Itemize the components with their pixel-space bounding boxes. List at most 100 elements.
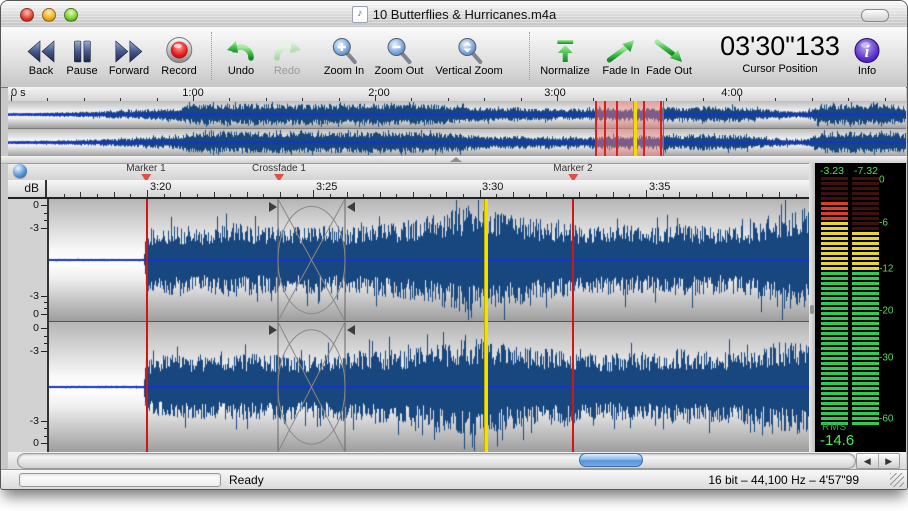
db-scale-tick	[41, 421, 47, 422]
zoom-in-button[interactable]: Zoom In	[324, 31, 364, 77]
scroll-left-button[interactable]: ◀	[857, 454, 879, 468]
scrollbar-thumb[interactable]	[579, 453, 643, 467]
meter-segment	[852, 407, 879, 410]
desktop: ♪ 10 Butterflies & Hurricanes.m4a Back P…	[0, 0, 908, 511]
pause-button[interactable]: Pause	[66, 31, 97, 77]
meter-segment	[852, 382, 879, 385]
horizontal-scrollbar[interactable]: ◀ ▶	[8, 452, 906, 469]
overview-waveform-left[interactable]	[8, 101, 906, 128]
meter-segment	[821, 307, 848, 310]
fade-out-button[interactable]: Fade Out	[646, 31, 692, 77]
meter-segment	[852, 217, 879, 220]
marker-line[interactable]	[146, 199, 148, 452]
meter-scale-label: -30	[879, 353, 893, 364]
vertical-zoom-button[interactable]: Vertical Zoom	[435, 31, 502, 77]
editor-ruler-tick	[280, 192, 281, 197]
db-scale-tick	[44, 220, 47, 221]
meter-segment	[852, 302, 879, 305]
toolbar-toggle-button[interactable]	[861, 9, 889, 22]
db-scale-value: 0	[33, 308, 39, 320]
normalize-icon	[540, 31, 590, 64]
meter-segment	[852, 327, 879, 330]
fade-in-button[interactable]: Fade In	[602, 31, 639, 77]
meter-segment	[821, 227, 848, 230]
scroll-right-button[interactable]: ▶	[879, 454, 900, 468]
meter-segment	[852, 237, 879, 240]
meter-segment	[821, 397, 848, 400]
editor-ruler-tick	[712, 192, 713, 197]
resize-grip[interactable]	[890, 473, 904, 487]
meter-segment	[821, 242, 848, 245]
status-bar: Ready 16 bit – 44,100 Hz – 4'57"99	[1, 469, 907, 490]
forward-button[interactable]: Forward	[109, 31, 149, 77]
editor-ruler-tick	[430, 194, 431, 197]
overview-marker-line	[616, 101, 618, 156]
meter-segment	[852, 337, 879, 340]
meter-segment	[821, 272, 848, 275]
vertical-zoom-icon	[435, 31, 502, 64]
fade-in-icon	[602, 31, 639, 64]
meter-segment	[852, 187, 879, 190]
zoom-out-button[interactable]: Zoom Out	[375, 31, 424, 77]
waveform-channel-left[interactable]	[49, 199, 809, 321]
toolbar-separator	[529, 32, 530, 80]
meter-segment	[852, 367, 879, 370]
meter-scale-label: -12	[879, 264, 893, 275]
crossfade-left-handle-icon[interactable]	[269, 325, 277, 335]
db-scale-tick	[41, 328, 47, 329]
overview-waveform-right[interactable]	[8, 129, 906, 156]
playhead-cursor[interactable]	[484, 199, 488, 452]
overview-time-ruler[interactable]: 0 s1:002:003:004:00	[8, 87, 906, 102]
marker-label: Marker 2	[553, 164, 592, 174]
meter-segment	[852, 402, 879, 405]
waveform-channel-right[interactable]	[49, 322, 809, 452]
waveform-edit-area[interactable]	[49, 199, 809, 452]
editor-ruler-tick	[696, 194, 697, 197]
splitter-grip-icon	[810, 305, 814, 314]
editor-ruler-tick	[779, 192, 780, 197]
crossfade-left-handle-icon[interactable]	[269, 202, 277, 212]
meter-segment	[852, 222, 879, 225]
meter-segment	[852, 272, 879, 275]
editor-ruler-row: dB 3:203:253:303:35	[8, 180, 809, 199]
normalize-button[interactable]: Normalize	[540, 31, 590, 77]
fade-out-icon	[646, 31, 692, 64]
editor-ruler-tick	[64, 194, 65, 197]
meter-segment	[852, 212, 879, 215]
editor-ruler-tick	[80, 192, 81, 197]
meter-segment	[852, 372, 879, 375]
db-scale-value: -3	[30, 415, 39, 427]
meter-segment	[821, 222, 848, 225]
editor-ruler-tick	[679, 192, 680, 197]
scrollbar-track[interactable]	[17, 453, 856, 469]
editor-ruler-tick	[629, 194, 630, 197]
db-scale-value: -3	[30, 345, 39, 357]
meter-segment	[821, 237, 848, 240]
overview-marker-line	[660, 101, 662, 156]
scrollbar-arrows: ◀ ▶	[856, 453, 900, 469]
editor-ruler-tick	[480, 190, 481, 197]
record-button[interactable]: Record	[161, 31, 196, 77]
meter-segment	[852, 292, 879, 295]
marker-strip[interactable]: Marker 1Crossfade 1Marker 2	[8, 163, 809, 181]
overview-waveform[interactable]	[8, 101, 906, 157]
marker-line[interactable]	[572, 199, 574, 452]
format-info-text: 16 bit – 44,100 Hz – 4'57"99	[708, 473, 859, 487]
meter-segment	[821, 322, 848, 325]
editor-ruler-tick	[529, 194, 530, 197]
info-button[interactable]: i Info	[854, 31, 881, 77]
meter-segment	[852, 232, 879, 235]
crossfade-right-handle-icon[interactable]	[347, 202, 355, 212]
meter-segment	[821, 197, 848, 200]
meter-segment	[821, 342, 848, 345]
meter-segment	[821, 372, 848, 375]
crossfade-right-handle-icon[interactable]	[347, 325, 355, 335]
meter-segment	[821, 357, 848, 360]
undo-button[interactable]: Undo	[225, 31, 257, 77]
editor-ruler-tick	[363, 194, 364, 197]
window-title: 10 Butterflies & Hurricanes.m4a	[373, 7, 557, 22]
back-button[interactable]: Back	[26, 31, 56, 77]
redo-icon	[271, 31, 303, 64]
editor-time-ruler[interactable]: 3:203:253:303:35	[49, 180, 809, 197]
title-bar[interactable]: ♪ 10 Butterflies & Hurricanes.m4a	[1, 1, 907, 28]
